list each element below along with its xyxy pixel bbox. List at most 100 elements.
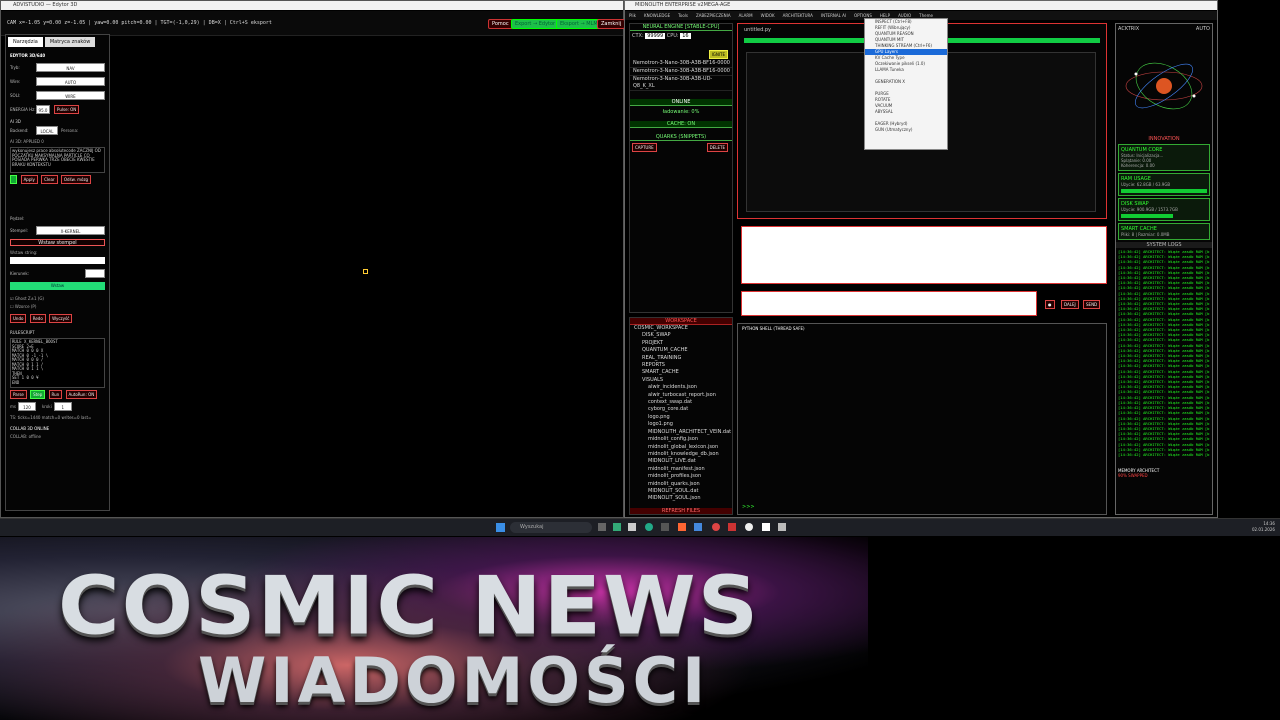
ms-input[interactable]: 120: [17, 402, 36, 411]
rulescript-editor[interactable]: RULE X_KERNEL_BOOST SCORE 2+E MATCH 0 0 0 …: [10, 338, 105, 388]
tree-item[interactable]: midnolit_global_lexicon.json: [634, 444, 732, 451]
tree-item[interactable]: midnolit_knowledge_db.json: [634, 451, 732, 458]
ai-prompt-textarea[interactable]: wykonujesz prace absolutecode ZACZNIJ OD…: [10, 147, 105, 173]
app-icon[interactable]: [598, 523, 606, 531]
taskbar-search[interactable]: Wyszukaj: [510, 522, 592, 533]
model-item[interactable]: Nemotron-3-Nano-30B-A3B-BF16-0000: [630, 68, 732, 76]
app-icon[interactable]: [661, 523, 669, 531]
tree-item[interactable]: midnolit_config.json: [634, 436, 732, 443]
app-icon[interactable]: [628, 523, 636, 531]
tab-tools[interactable]: Narzędzia: [8, 37, 43, 47]
app-icon[interactable]: [613, 523, 621, 531]
apply-button[interactable]: Apply: [20, 175, 38, 184]
tree-item[interactable]: logo1.png: [634, 421, 732, 428]
app-icon[interactable]: [678, 523, 686, 531]
capture-button[interactable]: CAPTURE: [632, 143, 657, 152]
tree-item[interactable]: DISK_SWAP: [634, 332, 732, 339]
backend-select[interactable]: LOCAL: [36, 126, 58, 135]
tree-item[interactable]: midnolit_manifest.json: [634, 466, 732, 473]
tree-item[interactable]: alwir_turbocast_report.json: [634, 392, 732, 399]
tree-item[interactable]: cyborg_core.dat: [634, 406, 732, 413]
cpu-input[interactable]: 16: [680, 33, 691, 39]
parse-button[interactable]: Parse: [10, 390, 27, 399]
tree-item[interactable]: MIDNOLIT_SOUL.dat: [634, 488, 732, 495]
mode-select[interactable]: NAV: [36, 63, 105, 72]
tree-item[interactable]: QUANTUM_CACHE: [634, 347, 732, 354]
tree-item[interactable]: logo.png: [634, 414, 732, 421]
chat-input[interactable]: [741, 291, 1037, 316]
clear-all-button[interactable]: Wyczyść: [49, 314, 73, 323]
pulse-toggle[interactable]: Pulse: ON: [54, 105, 80, 114]
menu-item[interactable]: ZABEZPIECZENIA: [696, 11, 731, 20]
undo-button[interactable]: Undo: [10, 314, 27, 323]
insert-stamp-button[interactable]: Wstaw stempel: [10, 239, 105, 246]
python-shell[interactable]: PYTHON SHELL (THREAD SAFE) >>>: [737, 323, 1107, 515]
app-icon[interactable]: [728, 523, 736, 531]
ai-green-button[interactable]: [10, 175, 18, 184]
tree-item[interactable]: midnolit_quarks.json: [634, 481, 732, 488]
menu-item[interactable]: ARCHITEKTURA: [783, 11, 813, 20]
autorun-toggle[interactable]: AutoRun: ON: [65, 390, 98, 399]
model-item[interactable]: Nemotron-3-Nano-30B-A3B-UD-Q8_K_XL: [630, 76, 732, 91]
ignite-button[interactable]: IGNITE: [708, 50, 728, 59]
menu-item[interactable]: INTERNAL AI: [821, 11, 846, 20]
tree-item[interactable]: REPORTS: [634, 362, 732, 369]
export-editor-button[interactable]: Export → Edytor: [511, 19, 560, 29]
refresh-brain-button[interactable]: Odśw. mózg: [60, 175, 92, 184]
menu-option[interactable]: GUN (Utmatyczny): [865, 127, 947, 133]
tab-glyph-matrix[interactable]: Matryca znaków: [44, 37, 96, 47]
help-button[interactable]: Pomoc: [488, 19, 513, 29]
stamp-select[interactable]: X-KERNEL: [36, 226, 105, 235]
clear-button[interactable]: Clear: [41, 175, 58, 184]
tree-item[interactable]: PROJEKT: [634, 340, 732, 347]
memory-architect-block: MEMORY ARCHITECT 90% SWAPPED: [1116, 466, 1212, 480]
tree-item[interactable]: midnolit_profiles.json: [634, 473, 732, 480]
auto-toggle[interactable]: AUTO: [1196, 26, 1210, 32]
start-icon[interactable]: [496, 523, 505, 532]
delete-button[interactable]: DELETE: [706, 143, 728, 152]
output-area[interactable]: [741, 226, 1107, 284]
refresh-files-button[interactable]: REFRESH FILES: [630, 508, 732, 514]
tree-item[interactable]: MIDNOLITH_ARCHITECT_VEIN.dat: [634, 429, 732, 436]
tree-item[interactable]: COSMIC_WORKSPACE: [634, 325, 732, 332]
insert-button[interactable]: Wstaw: [10, 282, 105, 290]
close-button[interactable]: Zamknij: [597, 19, 626, 29]
run-button[interactable]: Run: [48, 390, 63, 399]
app-icon[interactable]: [645, 523, 653, 531]
patterns-checkbox[interactable]: ☐ Wzorce (P): [10, 304, 105, 309]
menu-item[interactable]: Tools: [678, 11, 688, 20]
tree-item[interactable]: MIDNOLIT_SOUL.json: [634, 495, 732, 502]
send-button[interactable]: SEND: [1083, 300, 1101, 309]
solid-select[interactable]: WIRE: [36, 91, 105, 100]
menu-item[interactable]: KNOWLEDGE: [644, 11, 670, 20]
tree-item[interactable]: context_swap.dat: [634, 399, 732, 406]
tree-item[interactable]: REAL_TRAINING: [634, 355, 732, 362]
direction-select[interactable]: [85, 269, 105, 278]
menu-item[interactable]: Plik: [629, 11, 636, 20]
wire-select[interactable]: AUTO: [36, 77, 105, 86]
clock[interactable]: 14:36 02.01.2026: [1252, 521, 1275, 533]
innovation-label: INNOVATION: [1148, 136, 1180, 142]
export-mlm-button[interactable]: Eksport → MLM: [556, 19, 602, 29]
next-button[interactable]: DALEJ: [1061, 300, 1079, 309]
app-icon[interactable]: [778, 523, 786, 531]
menu-item[interactable]: ALARM: [739, 11, 753, 20]
tree-item[interactable]: alwir_incidents.json: [634, 384, 732, 391]
energy-input[interactable]: 95.0: [36, 105, 50, 114]
string-input[interactable]: [10, 257, 105, 264]
app-icon[interactable]: [694, 523, 702, 531]
ctx-input[interactable]: 99999: [645, 33, 666, 39]
app-icon[interactable]: [712, 523, 720, 531]
ghost-checkbox[interactable]: ☑ Ghost Z±1 (G): [10, 296, 105, 301]
tree-item[interactable]: SMART_CACHE: [634, 369, 732, 376]
tree-item[interactable]: VISUALS: [634, 377, 732, 384]
app-icon[interactable]: [745, 523, 753, 531]
step-button[interactable]: Step: [30, 390, 46, 399]
record-icon[interactable]: ●: [1045, 300, 1055, 309]
steps-input[interactable]: 1: [53, 402, 72, 411]
tree-item[interactable]: MIDNOLIT_LIVE.dat: [634, 458, 732, 465]
app-icon[interactable]: [762, 523, 770, 531]
model-item[interactable]: Nemotron-3-Nano-30B-A3B-BF16-0000: [630, 60, 732, 68]
redo-button[interactable]: Redo: [29, 314, 46, 323]
menu-item[interactable]: WIDOK: [761, 11, 775, 20]
